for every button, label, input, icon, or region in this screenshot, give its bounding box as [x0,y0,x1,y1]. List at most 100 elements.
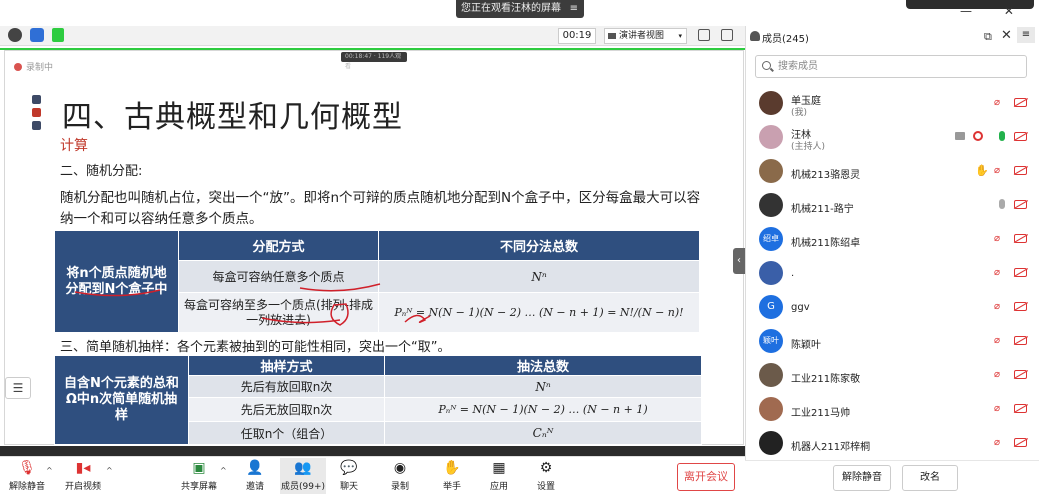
meeting-timer: 00:19 [558,28,596,44]
popout-icon[interactable]: ⧉ [984,30,992,44]
avatar [759,261,783,285]
share-screen-button[interactable]: ▣ 共享屏幕 [176,460,222,492]
screen-share-banner[interactable]: 您正在观看汪林的屏幕 ≡ [456,0,584,18]
microphone-muted-icon[interactable]: ⌀ [994,437,1005,449]
collapse-panel-handle[interactable]: ‹ [733,248,745,274]
unmute-all-button[interactable]: 解除静音 [833,465,891,491]
shared-taskbar [0,446,745,456]
camera-off-icon[interactable] [1014,268,1027,277]
member-row[interactable]: 工业211马帅 ⌀ [755,395,1035,425]
member-name: 工业211陈家敬 [791,374,861,385]
avatar [759,193,783,217]
member-name: 陈颖叶 [791,340,821,351]
member-role: (我) [791,108,808,118]
microphone-muted-icon[interactable]: ⌀ [994,301,1005,313]
camera-off-icon[interactable] [1014,404,1027,413]
chevron-up-icon[interactable]: ^ [106,466,113,475]
record-button[interactable]: ◉ 录制 [377,460,423,492]
formula-cell: Nⁿ [378,260,700,293]
camera-off-icon[interactable] [1014,166,1027,175]
control-label: 录制 [390,482,409,492]
formula-cell: Pₙᴺ = N(N − 1)(N − 2) … (N − n + 1) [384,397,702,422]
camera-off-icon[interactable] [1014,336,1027,345]
member-row[interactable]: 机械211-路宁 [755,191,1035,221]
microphone-muted-icon[interactable]: ⌀ [994,403,1005,415]
apps-button[interactable]: ▦ 应用 [476,460,522,492]
meeting-controls [0,456,745,498]
chevron-up-icon[interactable]: ^ [220,466,227,475]
leave-meeting-button[interactable]: 离开会议 [677,463,735,491]
formula-cell: Nⁿ [384,375,702,398]
camera-off-icon[interactable] [1014,132,1027,141]
chevron-down-icon: ▾ [678,32,682,40]
microphone-muted-icon[interactable]: ⌀ [994,369,1005,381]
camera-off-icon[interactable] [1014,302,1027,311]
shield-icon[interactable] [30,28,44,42]
recording-icon [973,131,983,141]
microphone-muted-icon[interactable]: ⌀ [994,267,1005,279]
chevron-up-icon[interactable]: ^ [46,466,53,475]
panel-title: 成员(245) [762,34,809,45]
microphone-muted-icon[interactable]: ⌀ [994,97,1005,109]
close-icon[interactable]: ✕ [1001,28,1012,43]
camera-off-icon[interactable] [1014,234,1027,243]
signal-icon[interactable] [52,28,64,42]
window-controls[interactable]: — ✕ [960,4,1028,18]
control-label: 聊天 [339,482,358,492]
member-row[interactable]: 工业211陈家敬 ⌀ [755,361,1035,391]
members-icon [750,31,760,41]
chat-icon: 💬 [340,460,358,476]
camera-off-icon[interactable] [1014,98,1027,107]
control-label: 解除静音 [8,482,45,492]
share-screen-icon: ▣ [192,460,206,476]
slide-subtitle: 计算 [60,138,88,154]
control-label: 举手 [442,482,461,492]
rename-button[interactable]: 改名 [902,465,958,491]
member-row[interactable]: 机械213骆恩灵 ✋ ⌀ [755,157,1035,187]
members-button[interactable]: 👥 成员(99+) [280,458,326,494]
microphone-muted-icon[interactable]: ⌀ [994,165,1005,177]
member-row[interactable]: 绍卓 机械211陈绍卓 ⌀ [755,225,1035,255]
avatar [759,159,783,183]
table-cell: 每盒可容纳任意多个质点 [178,260,379,293]
chat-button[interactable]: 💬 聊天 [326,460,372,492]
member-name: 机器人211邓梓桐 [791,442,871,453]
info-icon[interactable] [8,28,22,42]
column-header: 抽样方式 [188,355,385,376]
unmute-button[interactable]: 🎙 解除静音 [4,460,50,492]
member-row[interactable]: 单玉庭 (我) ⌀ [755,89,1035,119]
raise-hand-button[interactable]: ✋ 举手 [429,460,475,492]
member-search-input[interactable]: 搜索成员 [755,55,1027,78]
camera-off-icon[interactable] [1014,370,1027,379]
start-video-button[interactable]: ▮◂ 开启视频 [60,460,106,492]
member-row[interactable]: 机器人211邓梓桐 ⌀ [755,429,1035,459]
invite-button[interactable]: 👤 邀请 [232,460,278,492]
view-mode-dropdown[interactable]: 演讲者视图 ▾ [604,28,687,44]
microphone-icon[interactable] [999,199,1005,209]
control-label: 成员(99+) [280,482,326,492]
list-icon[interactable]: ☰ [5,377,31,399]
microphone-muted-icon[interactable]: ⌀ [994,335,1005,347]
member-row[interactable]: 颖叶 陈颖叶 ⌀ [755,327,1035,357]
avatar: G [759,295,783,319]
camera-off-icon: ▮◂ [75,460,91,476]
table-cell: 任取n个（组合） [188,421,385,445]
avatar [759,125,783,149]
fullscreen-icon[interactable] [698,29,710,41]
camera-off-icon[interactable] [1014,438,1027,447]
banner-text: 您正在观看汪林的屏幕 [461,3,561,14]
control-label: 邀请 [245,482,264,492]
microphone-active-icon[interactable] [999,131,1005,141]
control-label: 设置 [536,482,555,492]
microphone-muted-icon[interactable]: ⌀ [994,233,1005,245]
menu-icon[interactable]: ≡ [1017,27,1035,43]
member-row[interactable]: G ggv ⌀ [755,293,1035,323]
table-cell: 先后无放回取n次 [188,397,385,422]
camera-off-icon[interactable] [1014,200,1027,209]
member-row[interactable]: . ⌀ [755,259,1035,289]
member-row[interactable]: 汪林 (主持人) [755,123,1035,153]
menu-icon[interactable]: ≡ [570,0,578,18]
sampling-table: 自含N个元素的总和Ω中n次简单随机抽样 抽样方式 抽法总数 先后有放回取n次 N… [54,355,702,445]
layout-icon[interactable] [721,29,733,41]
settings-button[interactable]: ⚙ 设置 [523,460,569,492]
